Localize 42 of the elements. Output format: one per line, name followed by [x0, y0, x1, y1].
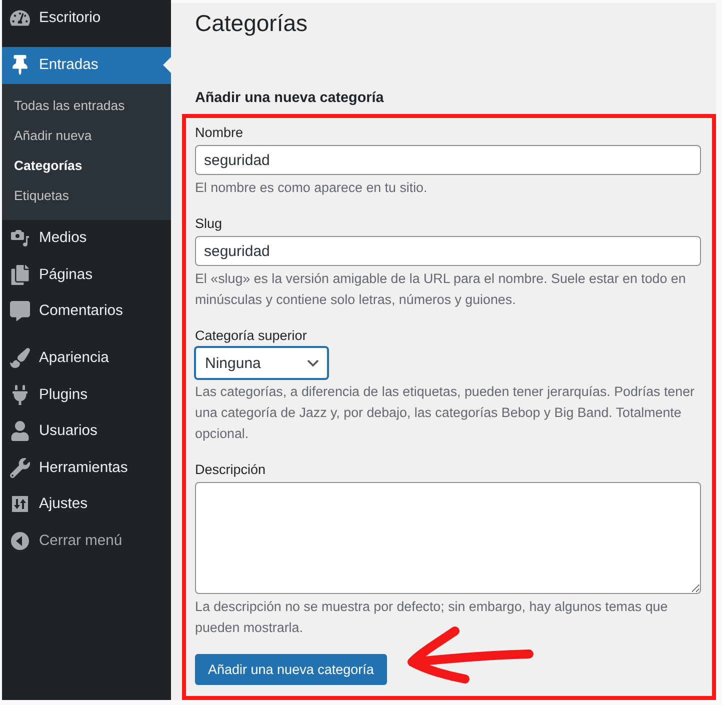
chevron-down-icon — [307, 359, 319, 367]
text-input-field[interactable]: seguridad — [195, 145, 701, 175]
sidebar-menu-item[interactable]: Apariencia — [2, 340, 171, 376]
gauge-icon — [10, 8, 30, 28]
camera-music-icon — [10, 228, 30, 248]
plug-icon — [10, 384, 30, 405]
circle-left-arrow-icon — [10, 530, 30, 551]
sliders-icon — [10, 494, 30, 514]
speech-bubble-icon — [10, 301, 30, 322]
paintbrush-icon — [10, 348, 30, 368]
field-help-text: La descripción no se muestra por defecto; sin embargo, hay algunos temas que pueden mostrarla. — [195, 598, 669, 637]
field-label: Descripción — [195, 461, 267, 479]
dropdown-select[interactable]: Ninguna — [195, 347, 328, 379]
sidebar-menu-item[interactable]: Escritorio — [2, 0, 171, 36]
sidebar-menu-item[interactable]: Usuarios — [2, 413, 171, 450]
field-help-text: El «slug» es la versión amigable de la URL para el nombre. Suele estar en todo en minúsculas y contiene solo letras, números y guiones. — [195, 270, 687, 309]
page-title: Categorías — [195, 9, 309, 38]
field-label: Categoría superior — [195, 327, 308, 345]
sidebar-menu-item[interactable]: Medios — [2, 220, 171, 256]
submenu-item[interactable]: Todas las entradas — [2, 90, 171, 120]
submenu-item[interactable]: Añadir nueva — [2, 120, 171, 150]
wrench-icon — [10, 458, 30, 478]
field-help-text: Las categorías, a diferencia de las etiquetas, pueden tener jerarquías. Podrías tener una categoría de Jazz y, por debajo, las categorías Bebop y Big Band. Totalmente opcional. — [195, 383, 696, 443]
sidebar-menu-item[interactable]: Entradas — [2, 47, 171, 84]
text-input-field[interactable]: seguridad — [195, 236, 701, 266]
field-label: Nombre — [195, 124, 244, 142]
pin-icon — [10, 55, 30, 76]
sidebar-menu-item[interactable]: Plugins — [2, 376, 171, 413]
submenu-item[interactable]: Etiquetas — [2, 180, 171, 210]
collapse-menu-button[interactable]: Cerrar menú — [2, 522, 171, 559]
textarea-field[interactable] — [195, 482, 701, 594]
submenu-item[interactable]: Categorías — [2, 150, 171, 180]
add-category-button[interactable]: Añadir una nueva categoría — [195, 654, 387, 685]
sidebar-menu-item[interactable]: Ajustes — [2, 486, 171, 522]
sidebar-menu-item[interactable]: Comentarios — [2, 293, 171, 330]
user-icon — [10, 421, 30, 442]
sidebar-menu-item[interactable]: Herramientas — [2, 450, 171, 486]
sidebar-menu-item[interactable]: Páginas — [2, 256, 171, 293]
field-help-text: El nombre es como aparece en tu sitio. — [195, 179, 428, 197]
field-label: Slug — [195, 215, 224, 233]
section-heading: Añadir una nueva categoría — [195, 89, 385, 108]
pages-icon — [10, 264, 30, 285]
